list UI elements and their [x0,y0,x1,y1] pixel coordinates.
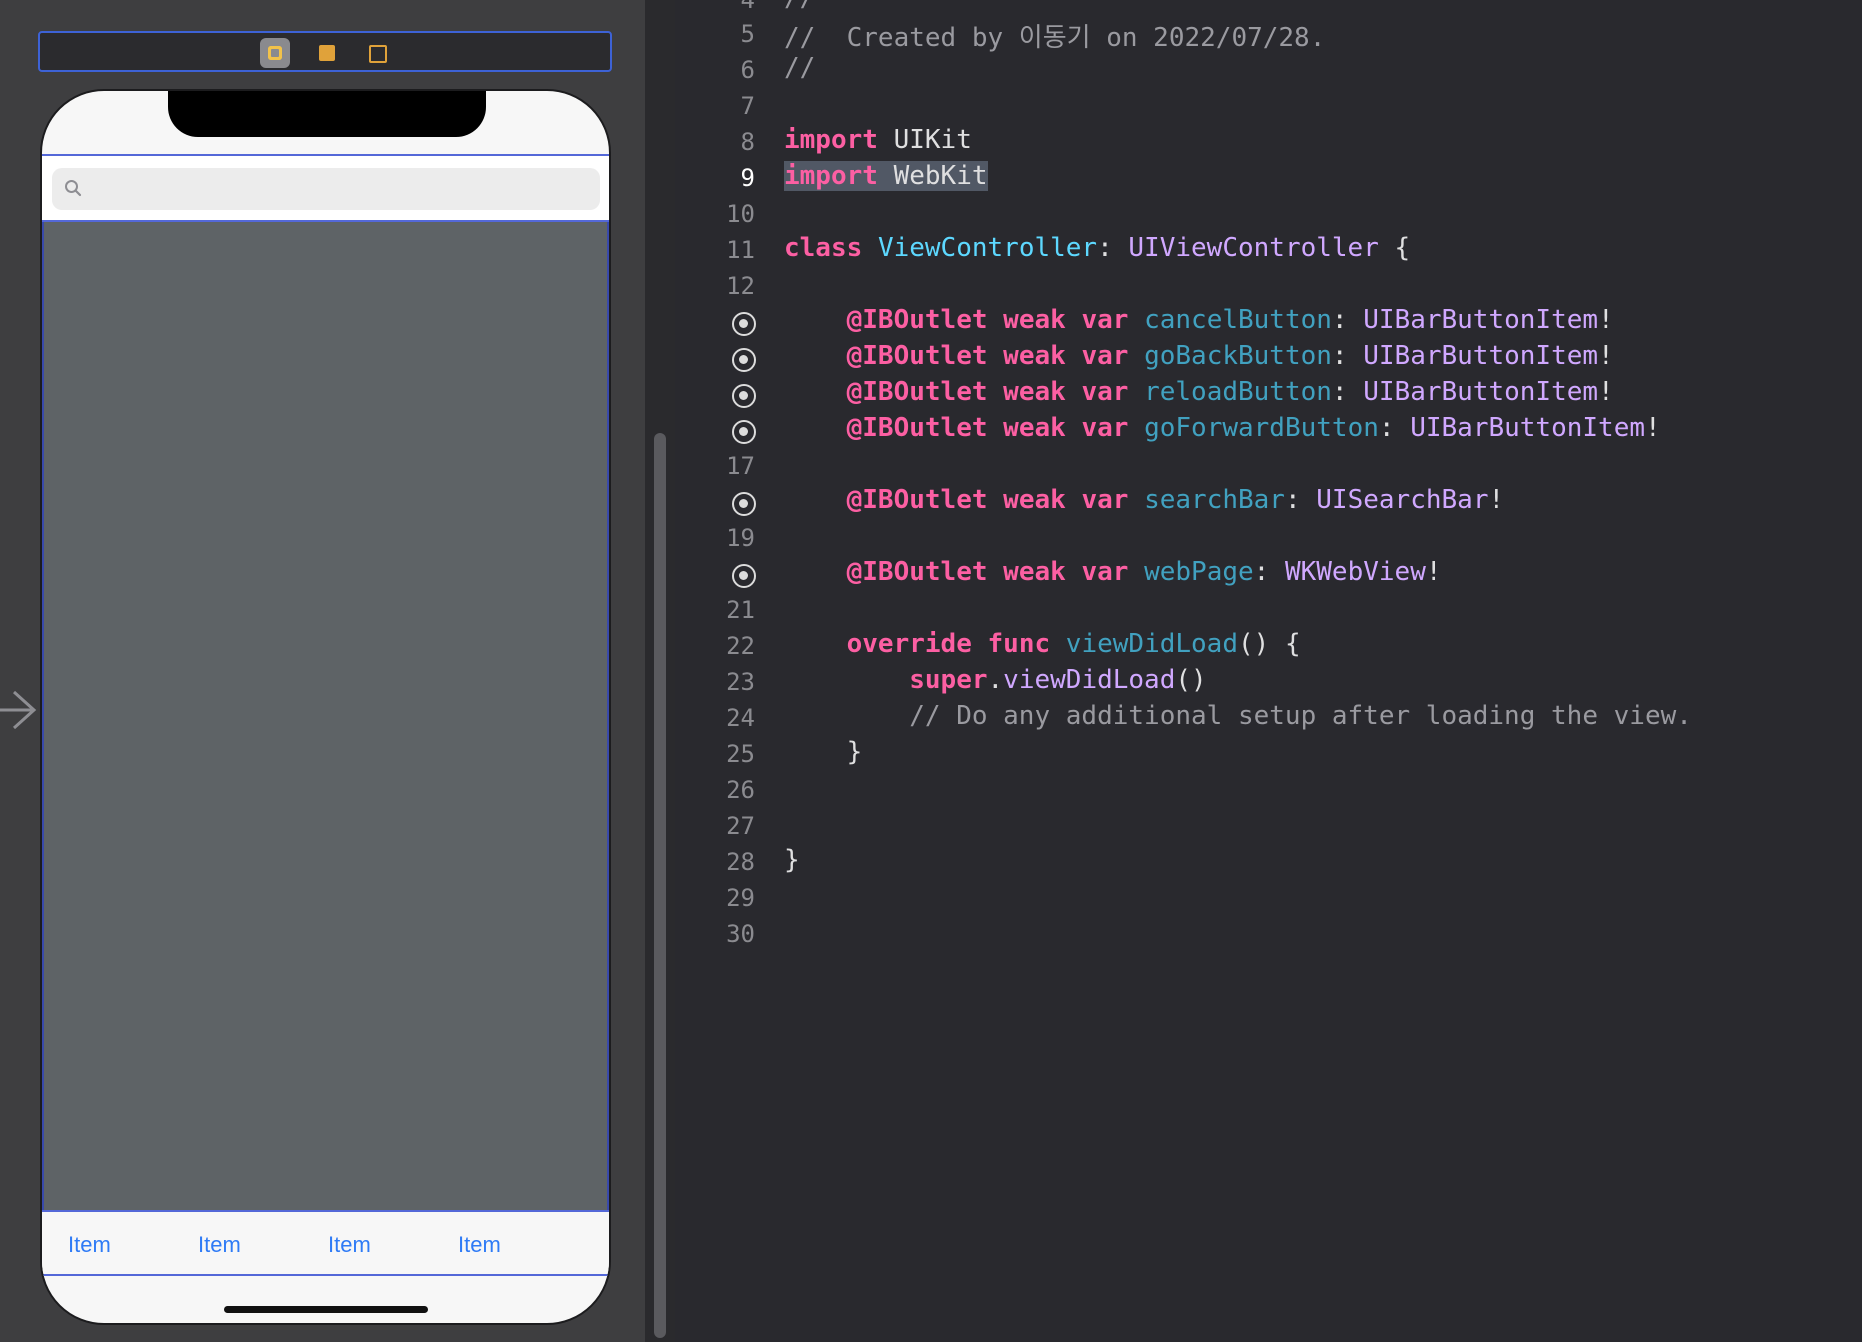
line-number: 11 [726,236,755,264]
outlet-connection-icon[interactable] [732,348,756,372]
code-line[interactable]: // Created by 이동기 on 2022/07/28. [784,17,1325,54]
line-number: 8 [740,128,755,156]
code-line[interactable]: override func viewDidLoad() { [784,629,1301,659]
line-number: 26 [726,776,755,804]
toolbar[interactable]: Item Item Item Item [42,1210,609,1276]
code-line[interactable]: class ViewController: UIViewController { [784,233,1410,263]
line-number: 10 [726,200,755,228]
line-number: 7 [740,92,755,120]
code-line[interactable]: } [784,845,800,875]
search-icon [65,180,82,197]
outlet-connection-icon[interactable] [732,312,756,336]
code-line[interactable]: // Do any additional setup after loading… [784,701,1692,731]
line-number: 17 [726,452,755,480]
toolbar-item[interactable]: Item [328,1232,371,1258]
line-number: 6 [740,56,755,84]
line-number: 12 [726,272,755,300]
iphone-scene[interactable]: Item Item Item Item [40,89,611,1325]
toolbar-item[interactable]: Item [68,1232,111,1258]
line-number: 23 [726,668,755,696]
line-number: 5 [740,20,755,48]
phone-notch [168,91,486,137]
entry-point-arrow-icon[interactable] [0,688,40,732]
toolbar-item[interactable]: Item [198,1232,241,1258]
first-responder-icon[interactable] [312,38,342,68]
line-number: 27 [726,812,755,840]
line-number: 22 [726,632,755,660]
line-number: 24 [726,704,755,732]
code-line[interactable]: import UIKit [784,125,972,155]
home-indicator [224,1306,428,1313]
code-line[interactable]: // [784,53,815,83]
line-number: 30 [726,920,755,948]
outlet-connection-icon[interactable] [732,564,756,588]
view-controller-icon[interactable] [260,38,290,68]
line-number: 21 [726,596,755,624]
code-editor[interactable]: 4 5 6 7 8 9 10 11 12 17 19 21 22 23 24 2… [675,0,1862,1342]
code-line[interactable]: // [784,0,815,13]
line-number-current: 9 [740,164,755,192]
code-line-current[interactable]: import WebKit [784,161,988,191]
line-number: 25 [726,740,755,768]
code-line[interactable]: } [784,737,863,767]
line-number: 28 [726,848,755,876]
code-line[interactable]: @IBOutlet weak var searchBar: UISearchBa… [784,485,1505,515]
code-line[interactable]: @IBOutlet weak var webPage: WKWebView! [784,557,1442,587]
line-number: 29 [726,884,755,912]
code-line[interactable]: super.viewDidLoad() [784,665,1206,695]
outlet-connection-icon[interactable] [732,384,756,408]
canvas-scrollbar-thumb[interactable] [654,433,666,1338]
exit-icon[interactable] [362,38,392,68]
search-bar[interactable] [42,154,609,222]
code-line[interactable]: @IBOutlet weak var cancelButton: UIBarBu… [784,305,1614,335]
outlet-connection-icon[interactable] [732,492,756,516]
storyboard-canvas[interactable]: Item Item Item Item [0,0,645,1342]
code-line[interactable]: @IBOutlet weak var goBackButton: UIBarBu… [784,341,1614,371]
search-input[interactable] [52,168,600,210]
code-line[interactable]: @IBOutlet weak var reloadButton: UIBarBu… [784,377,1614,407]
toolbar-item[interactable]: Item [458,1232,501,1258]
line-number: 4 [740,0,755,14]
outlet-connection-icon[interactable] [732,420,756,444]
code-line[interactable]: @IBOutlet weak var goForwardButton: UIBa… [784,413,1661,443]
web-view[interactable] [42,222,609,1210]
line-number: 19 [726,524,755,552]
scene-dock[interactable] [38,31,612,72]
